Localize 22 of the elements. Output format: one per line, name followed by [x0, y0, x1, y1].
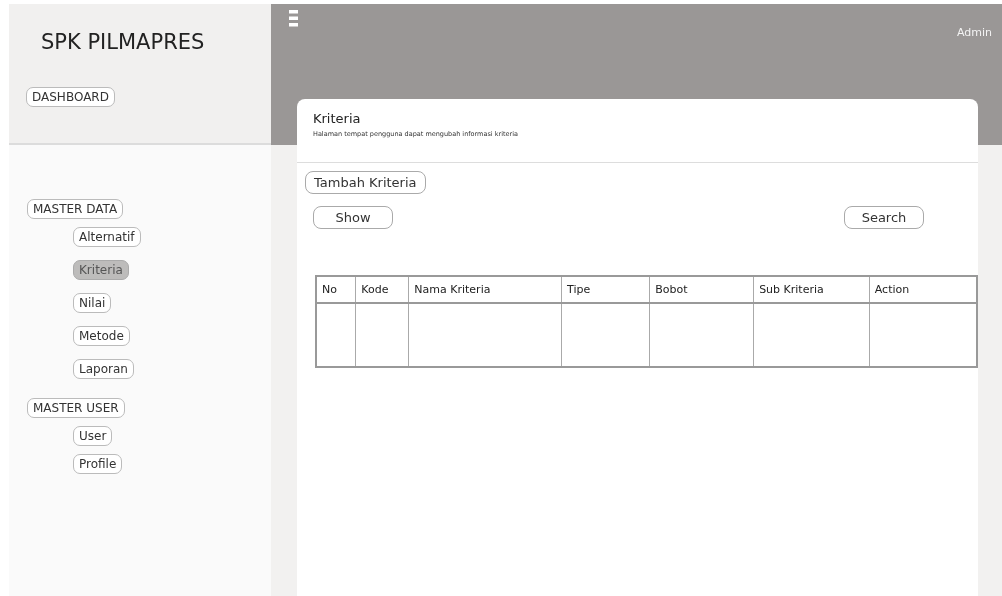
column-header: No — [316, 276, 356, 303]
sidebar-item[interactable]: User — [73, 426, 113, 446]
column-header: Tipe — [561, 276, 650, 303]
add-button[interactable]: Tambah Kriteria — [305, 171, 426, 194]
app-title: SPK PILMAPRES — [41, 30, 206, 54]
sidebar-item[interactable]: Nilai — [73, 293, 112, 313]
sidebar-section[interactable]: MASTER USER — [27, 398, 125, 418]
search-button[interactable]: Search — [844, 206, 924, 229]
column-header: Kode — [355, 276, 409, 303]
column-header: Nama Kriteria — [408, 276, 562, 303]
sidebar-item[interactable]: Kriteria — [73, 260, 129, 280]
show-button[interactable]: Show — [313, 206, 393, 229]
column-header: Sub Kriteria — [753, 276, 870, 303]
sidebar-item[interactable]: Metode — [73, 326, 130, 346]
sidebar-item[interactable]: Laporan — [73, 359, 134, 379]
sidebar-item[interactable]: Alternatif — [73, 227, 141, 247]
page-title: Kriteria — [313, 111, 362, 126]
menu-icon[interactable] — [289, 10, 298, 27]
sidebar-item[interactable]: Profile — [73, 454, 123, 474]
sidebar-item[interactable]: DASHBOARD — [26, 87, 115, 107]
column-header: Bobot — [649, 276, 754, 303]
sidebar-section[interactable]: MASTER DATA — [27, 199, 124, 219]
